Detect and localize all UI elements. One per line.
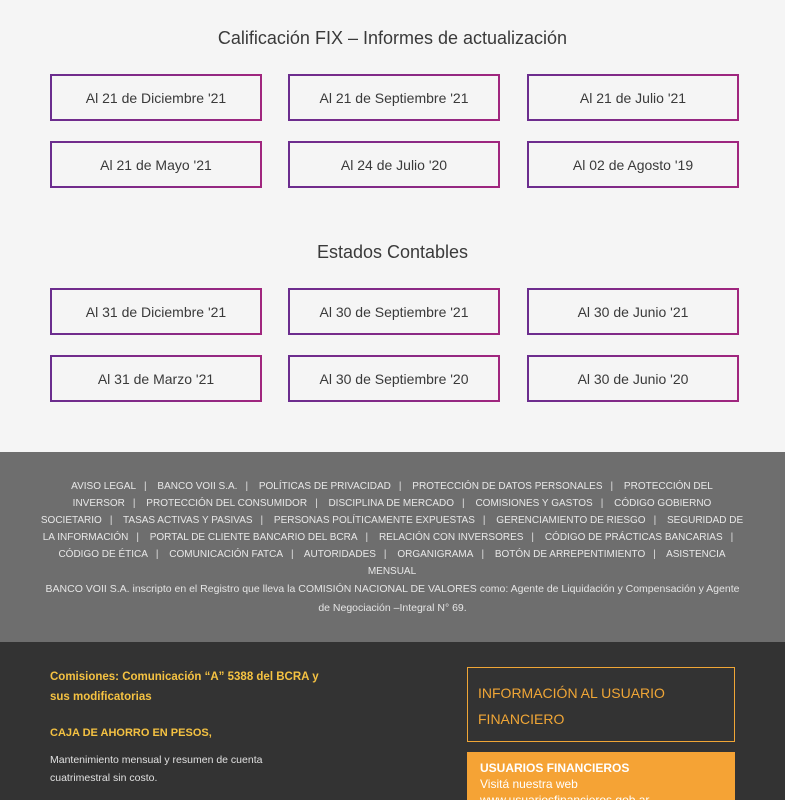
footer-link-separator: | bbox=[462, 498, 465, 509]
footer-link-separator: | bbox=[600, 498, 604, 509]
footer-link[interactable]: Comunicación FATCA bbox=[169, 549, 283, 560]
footer-link[interactable]: Botón de Arrepentimiento bbox=[495, 549, 645, 560]
footer-link[interactable]: Gerenciamiento de Riesgo bbox=[496, 515, 645, 526]
accounting-statement-button[interactable]: Al 30 de Septiembre '20 bbox=[288, 355, 500, 402]
footer-link-separator: | bbox=[383, 549, 387, 560]
footer-link-separator: | bbox=[132, 498, 136, 509]
fix-report-button[interactable]: Al 24 de Julio '20 bbox=[288, 141, 500, 188]
footer-link[interactable]: Protección de Datos Personales bbox=[412, 481, 602, 492]
fix-report-button[interactable]: Al 02 de Agosto '19 bbox=[527, 141, 739, 188]
footer-link[interactable]: Políticas de Privacidad bbox=[259, 481, 391, 492]
fix-report-button[interactable]: Al 21 de Septiembre '21 bbox=[288, 74, 500, 121]
footer-link-separator: | bbox=[482, 515, 486, 526]
footer-link-separator: | bbox=[653, 515, 657, 526]
footer-link-separator: | bbox=[365, 532, 369, 543]
page-scroll-strip bbox=[785, 0, 800, 800]
accounting-statement-button[interactable]: Al 31 de Marzo '21 bbox=[50, 355, 262, 402]
footer-link-separator: | bbox=[653, 549, 656, 560]
accounting-section-title: Estados Contables bbox=[316, 242, 469, 262]
footer-link[interactable]: Banco VOII S.A. bbox=[157, 481, 237, 492]
footer-link[interactable]: Comisiones y Gastos bbox=[475, 498, 592, 509]
footer-link[interactable]: Autoridades bbox=[304, 549, 376, 560]
footer-link-separator: | bbox=[531, 532, 535, 543]
footer-link[interactable]: Organigrama bbox=[397, 549, 473, 560]
footer-link[interactable]: Código de Ética bbox=[58, 549, 147, 560]
footer-link[interactable]: Tasas Activas y Pasivas bbox=[123, 515, 253, 526]
footer-link-separator: | bbox=[730, 532, 734, 543]
accounting-statement-button[interactable]: Al 31 de Diciembre '21 bbox=[50, 288, 262, 335]
footer-link[interactable]: Disciplina de Mercado bbox=[328, 498, 454, 509]
savings-account-text: Mantenimiento mensual y resumen de cuent… bbox=[50, 754, 263, 784]
usuarios-link[interactable]: www.usuariosfinancieros.gob.ar bbox=[480, 792, 722, 800]
footer-link[interactable]: Aviso Legal bbox=[71, 481, 136, 492]
footer-link-separator: | bbox=[610, 481, 614, 492]
accounting-statement-button[interactable]: Al 30 de Junio '20 bbox=[527, 355, 739, 402]
accounting-statement-button[interactable]: Al 30 de Septiembre '21 bbox=[288, 288, 500, 335]
footer-link-separator: | bbox=[315, 498, 318, 509]
footer-link-separator: | bbox=[155, 549, 159, 560]
fix-report-button[interactable]: Al 21 de Mayo '21 bbox=[50, 141, 262, 188]
footer-link[interactable]: Personas Políticamente Expuestas bbox=[274, 515, 475, 526]
footer-link-separator: | bbox=[398, 481, 402, 492]
usuarios-title: USUARIOS FINANCIEROS bbox=[480, 761, 630, 775]
footer-link[interactable]: Relación con Inversores bbox=[379, 532, 523, 543]
footer-link-separator: | bbox=[260, 515, 264, 526]
usuarios-financieros-banner[interactable]: USUARIOS FINANCIEROS Visitá nuestra web … bbox=[467, 752, 735, 800]
commissions-title: Comisiones: Comunicación “A” 5388 del BC… bbox=[50, 671, 319, 703]
footer-link-separator: | bbox=[481, 549, 485, 560]
footer-link-separator: | bbox=[144, 481, 147, 492]
footer-link-separator: | bbox=[245, 481, 249, 492]
footer-link-separator: | bbox=[291, 549, 294, 560]
usuarios-subtitle: Visitá nuestra web bbox=[480, 777, 578, 791]
savings-account-title: CAJA DE AHORRO EN PESOS, bbox=[50, 727, 212, 739]
footer-legal-text: BANCO VOII S.A. inscripto en el Registro… bbox=[45, 583, 740, 614]
accounting-statement-button[interactable]: Al 30 de Junio '21 bbox=[527, 288, 739, 335]
financial-user-info-button[interactable]: Información al Usuario Financiero bbox=[467, 667, 735, 742]
footer-link-separator: | bbox=[136, 532, 139, 543]
footer-link-separator: | bbox=[109, 515, 113, 526]
fix-report-button[interactable]: Al 21 de Julio '21 bbox=[527, 74, 739, 121]
footer-links: Aviso Legal | Banco VOII S.A. | Políticas … bbox=[36, 478, 748, 580]
footer-link[interactable]: Protección del Consumidor bbox=[146, 498, 307, 509]
footer-link[interactable]: Portal de Cliente Bancario del BCRA bbox=[150, 532, 358, 543]
fix-report-button[interactable]: Al 21 de Diciembre '21 bbox=[50, 74, 262, 121]
fix-section-title: Calificación FIX – Informes de actualiza… bbox=[217, 28, 568, 48]
footer-link[interactable]: Código de Prácticas Bancarias bbox=[545, 532, 723, 543]
